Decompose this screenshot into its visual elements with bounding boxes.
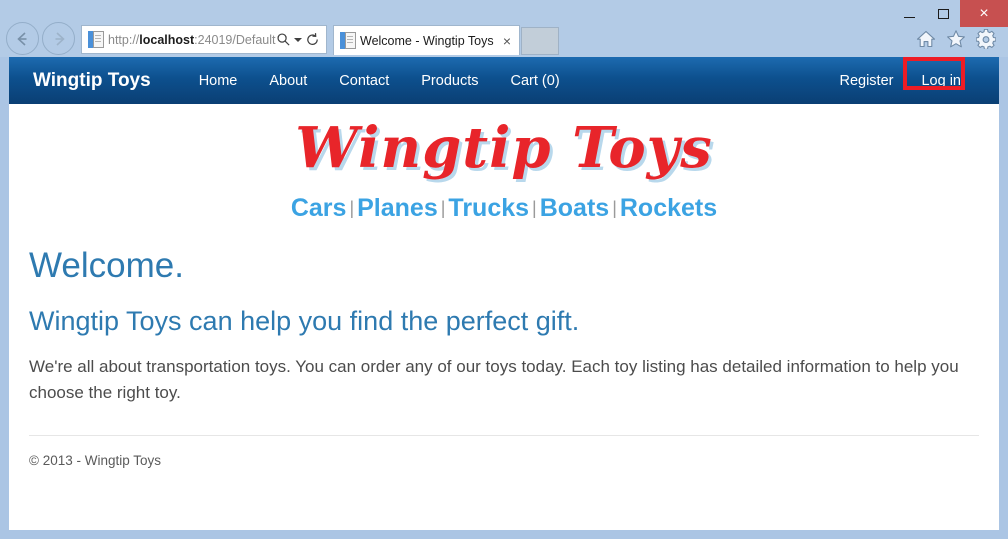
site-nav-links: Home About Contact Products Cart (0) <box>183 73 576 89</box>
page-viewport: Wingtip Toys Home About Contact Products… <box>9 57 999 530</box>
login-highlight-wrap: Log in <box>903 57 975 90</box>
url-path: :24019/Default <box>194 32 276 47</box>
nav-item-login[interactable]: Log in <box>907 73 975 89</box>
nav-item-contact[interactable]: Contact <box>323 73 405 89</box>
page-subtitle: Wingtip Toys can help you find the perfe… <box>29 305 580 336</box>
url-host: localhost <box>139 32 195 47</box>
tab-page-icon <box>340 32 356 49</box>
category-link-trucks[interactable]: Trucks <box>448 194 529 222</box>
forward-arrow-icon <box>55 31 65 46</box>
footer-divider <box>29 434 979 436</box>
category-link-boats[interactable]: Boats <box>540 194 609 222</box>
tab-title: Welcome - Wingtip Toys <box>360 33 494 48</box>
site-nav-account-links: Register Log in <box>825 57 975 104</box>
page-title: Welcome. <box>29 245 184 285</box>
site-logo: Wingtip Toys <box>295 115 713 181</box>
browser-window: × http://localhost:24019/Default Welcome… <box>0 0 1008 539</box>
category-link-planes[interactable]: Planes <box>357 194 438 222</box>
site-brand[interactable]: Wingtip Toys <box>33 70 151 92</box>
back-button[interactable] <box>6 22 39 55</box>
close-button[interactable]: × <box>960 0 1008 27</box>
url-text: http://localhost:24019/Default <box>108 33 276 47</box>
window-controls: × <box>892 0 1008 27</box>
new-tab-button[interactable] <box>521 27 559 55</box>
category-separator: | <box>440 197 446 218</box>
minimize-button[interactable] <box>892 0 926 27</box>
back-arrow-icon <box>16 31 26 46</box>
page-icon <box>88 31 104 48</box>
maximize-icon <box>937 8 949 19</box>
star-icon[interactable] <box>946 29 966 49</box>
search-icon[interactable] <box>276 32 291 47</box>
page-footer: © 2013 - Wingtip Toys <box>29 452 162 468</box>
category-links: Cars | Planes | Trucks | Boats | Rockets <box>29 194 979 223</box>
page-content: Wingtip Toys Cars | Planes | Trucks | Boats | Ro… <box>9 115 999 468</box>
nav-item-cart[interactable]: Cart (0) <box>495 73 576 89</box>
nav-item-register[interactable]: Register <box>825 73 907 89</box>
category-separator: | <box>612 197 617 218</box>
nav-item-products[interactable]: Products <box>405 73 494 89</box>
address-bar[interactable]: http://localhost:24019/Default <box>81 25 327 54</box>
forward-button[interactable] <box>42 22 75 55</box>
browser-chrome: × http://localhost:24019/Default Welcome… <box>0 0 1008 57</box>
refresh-icon[interactable] <box>305 32 320 47</box>
browser-tab[interactable]: Welcome - Wingtip Toys × <box>333 25 520 55</box>
gear-icon[interactable] <box>976 29 996 49</box>
browser-toolbar-icons <box>916 29 996 49</box>
nav-item-home[interactable]: Home <box>183 73 254 89</box>
close-icon: × <box>979 4 989 22</box>
site-navbar: Wingtip Toys Home About Contact Products… <box>9 57 999 104</box>
category-separator: | <box>532 197 537 218</box>
url-scheme: http:// <box>108 32 140 47</box>
minimize-icon <box>903 16 915 18</box>
navigation-arrows <box>6 22 75 55</box>
category-separator: | <box>349 197 355 218</box>
category-link-cars[interactable]: Cars <box>291 194 347 222</box>
nav-item-about[interactable]: About <box>253 73 323 89</box>
maximize-button[interactable] <box>926 0 960 27</box>
address-bar-icons <box>276 32 322 47</box>
chevron-down-icon[interactable] <box>294 37 302 42</box>
category-link-rockets[interactable]: Rockets <box>620 194 717 222</box>
tab-close-icon[interactable]: × <box>499 34 515 48</box>
page-paragraph: We're all about transportation toys. You… <box>29 356 959 403</box>
home-icon[interactable] <box>916 29 936 49</box>
